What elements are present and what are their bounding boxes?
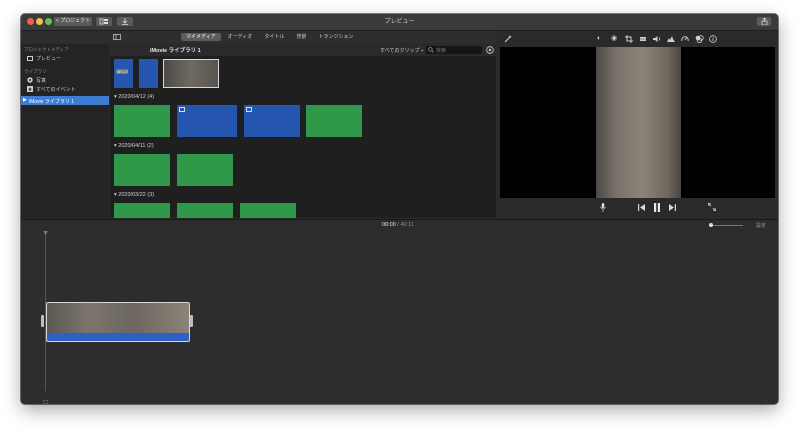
clip-thumbnail[interactable]: [114, 203, 170, 218]
photo-badge-icon: [179, 107, 185, 112]
timeline-settings-button[interactable]: 設定: [756, 222, 766, 229]
stabilization-icon[interactable]: [639, 35, 647, 46]
tab-transitions[interactable]: トランジション: [313, 33, 358, 41]
color-balance-icon[interactable]: ◐: [597, 35, 601, 43]
window-title: プレビュー: [384, 19, 415, 25]
clip-thumbnail[interactable]: [177, 154, 233, 186]
sidebar-item-all-events[interactable]: すべてのイベント: [27, 86, 107, 94]
timeline-video-track: [47, 303, 189, 333]
volume-icon[interactable]: [653, 35, 662, 46]
clip-thumbnail[interactable]: 4K1.0: [114, 59, 133, 88]
date-group-text: 2020/03/22 (3): [118, 192, 155, 198]
zoom-slider-knob[interactable]: [709, 223, 713, 227]
pause-icon[interactable]: [653, 203, 661, 214]
film-icon: [27, 56, 33, 61]
clip-thumbnail[interactable]: [244, 105, 300, 137]
sidebar-item-photos[interactable]: 写真: [27, 77, 107, 85]
imovie-window: < プロジェクト プレビュー マイメディア オーディオ タイトル 背景 トランジ…: [21, 14, 778, 404]
settings-gear-icon[interactable]: [486, 46, 494, 54]
fullscreen-icon[interactable]: [707, 202, 717, 213]
browser-header: iMovie ライブラリ 1 すべてのクリップ ÷ 検索: [110, 44, 496, 56]
search-icon: [428, 47, 434, 53]
total-time: 40:11: [400, 222, 414, 228]
timeline-clip[interactable]: [46, 302, 190, 342]
clip-trim-handle-right[interactable]: [190, 315, 193, 327]
date-group-text: 2020/04/11 (2): [118, 143, 154, 149]
sidebar-item-preview[interactable]: プレビュー: [27, 55, 107, 63]
project-media-heading: プロジェクトメディア: [24, 47, 69, 52]
clip-thumbnail[interactable]: [139, 59, 158, 88]
magic-wand-icon[interactable]: [504, 35, 512, 46]
noise-reduction-icon[interactable]: [667, 35, 675, 46]
video-viewer: [500, 47, 775, 198]
playhead-bottom-marker: [43, 400, 48, 404]
date-group-label[interactable]: ▾ 2020/04/12 (4): [114, 94, 154, 100]
clip-thumbnail[interactable]: [114, 154, 170, 186]
clip-thumbnail[interactable]: [177, 203, 233, 218]
clip-thumbnail[interactable]: [177, 105, 237, 137]
title-bar: < プロジェクト プレビュー: [21, 14, 778, 31]
sidebar-item-library-label: iMovie ライブラリ 1: [29, 98, 75, 105]
sidebar-item-library[interactable]: ▶ iMovie ライブラリ 1: [21, 96, 109, 105]
photo-badge-icon: [246, 107, 252, 112]
tab-my-media[interactable]: マイメディア: [181, 33, 221, 41]
crop-icon[interactable]: [625, 35, 633, 46]
clip-trim-handle-left[interactable]: [41, 315, 44, 327]
media-tab-bar: マイメディア オーディオ タイトル 背景 トランジション: [21, 31, 496, 43]
library-sidebar: プロジェクトメディア プレビュー ライブラリ 写真 すべてのイベント ▶ iMo…: [21, 44, 109, 218]
browser-title: iMovie ライブラリ 1: [150, 48, 201, 54]
date-group-label[interactable]: ▾ 2020/03/22 (3): [114, 192, 154, 198]
microphone-icon[interactable]: [600, 203, 606, 214]
search-field[interactable]: 検索: [426, 46, 482, 54]
clip-filter-dropdown[interactable]: すべてのクリップ ÷: [380, 47, 424, 54]
skip-forward-icon[interactable]: [668, 204, 676, 213]
search-placeholder: 検索: [436, 48, 447, 54]
media-browser: iMovie ライブラリ 1 すべてのクリップ ÷ 検索 4K1.0 ▾ 202…: [110, 44, 496, 218]
date-group-text: 2020/04/12 (4): [118, 94, 155, 100]
share-icon: [761, 17, 767, 26]
sidebar-toggle-icon[interactable]: [113, 34, 121, 40]
color-correction-icon[interactable]: ◉: [611, 35, 617, 43]
viewer-panel: ◐ ◉: [497, 31, 778, 218]
sidebar-item-photos-label: 写真: [36, 78, 47, 84]
clip-thumbnail[interactable]: [306, 105, 362, 137]
tab-backgrounds[interactable]: 背景: [291, 33, 311, 41]
tab-audio[interactable]: オーディオ: [223, 33, 258, 41]
date-group-label[interactable]: ▾ 2020/04/11 (2): [114, 143, 154, 149]
clip-thumbnail[interactable]: [114, 105, 170, 137]
timecode: 00:00 / 40:11: [382, 222, 414, 228]
video-frame: [596, 47, 681, 198]
share-button[interactable]: [757, 17, 771, 26]
clip-thumbnail-selected[interactable]: [163, 59, 219, 88]
filter-icon[interactable]: [695, 35, 704, 46]
tab-list: マイメディア オーディオ タイトル 背景 トランジション: [181, 33, 358, 41]
sidebar-item-preview-label: プレビュー: [36, 56, 62, 62]
sidebar-item-all-events-label: すべてのイベント: [36, 87, 76, 93]
timeline[interactable]: [21, 231, 778, 404]
time-separator: /: [397, 222, 399, 228]
photos-icon: [27, 77, 33, 83]
star-box-icon: [27, 86, 33, 92]
playhead-top-marker[interactable]: [43, 231, 48, 235]
zoom-slider[interactable]: [709, 223, 743, 227]
clip-label: 4K1.0: [116, 69, 129, 74]
current-time: 00:00: [382, 222, 396, 228]
info-icon[interactable]: [709, 35, 717, 46]
speed-icon[interactable]: [681, 35, 689, 46]
timeline-header: 00:00 / 40:11 設定: [21, 219, 778, 231]
disclosure-triangle-icon[interactable]: ▶: [23, 97, 27, 103]
clip-thumbnail[interactable]: [240, 203, 296, 218]
libraries-heading: ライブラリ: [24, 69, 47, 74]
skip-back-icon[interactable]: [638, 204, 646, 213]
tab-titles[interactable]: タイトル: [259, 33, 289, 41]
timeline-audio-waveform: [47, 333, 189, 341]
